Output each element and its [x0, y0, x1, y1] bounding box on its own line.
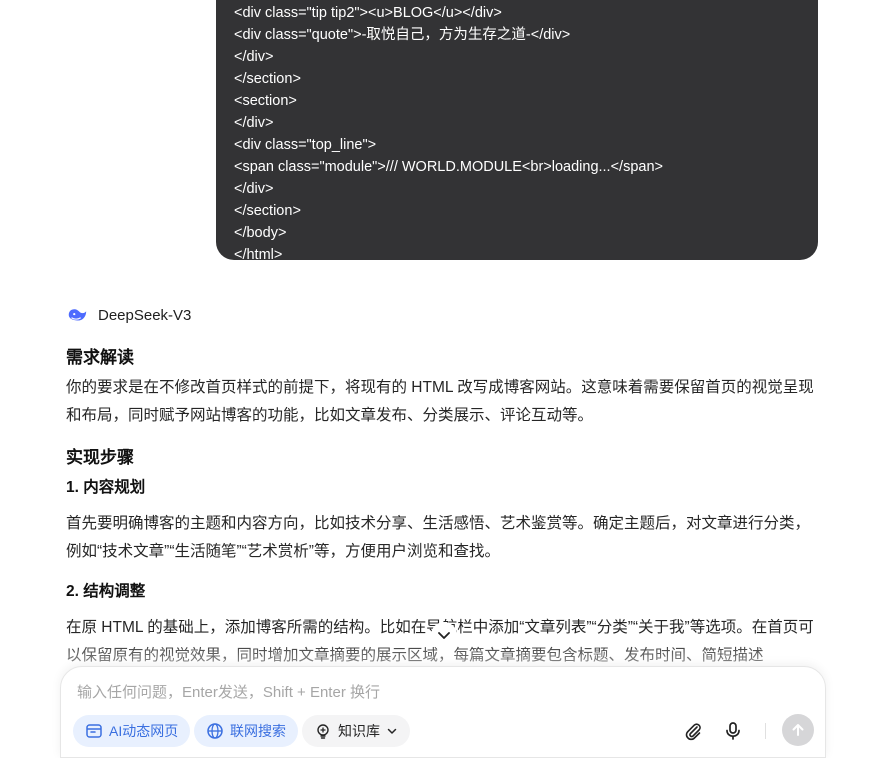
- knowledge-base-dropdown[interactable]: 知识库: [302, 715, 410, 747]
- attach-button[interactable]: [679, 717, 707, 745]
- section-title: 需求解读: [66, 348, 134, 367]
- code-line: <section>: [234, 93, 297, 109]
- code-line: <span class="module">/// WORLD.MODULE<br…: [234, 159, 663, 175]
- ai-webpage-icon: [86, 724, 102, 738]
- knowledge-base-label: 知识库: [338, 723, 380, 739]
- code-block: <div class="tip tip2"><u>BLOG</u></div> …: [216, 0, 818, 263]
- microphone-icon: [726, 722, 740, 740]
- globe-icon: [207, 723, 223, 739]
- code-line: </div>: [234, 181, 274, 197]
- code-line: </body>: [234, 225, 287, 241]
- arrow-up-icon: [792, 724, 804, 736]
- ai-webpage-button[interactable]: AI动态网页: [73, 715, 191, 747]
- code-line: </div>: [234, 115, 274, 131]
- lightbulb-icon: [317, 724, 329, 739]
- web-search-button[interactable]: 联网搜索: [194, 715, 298, 747]
- code-line: </section>: [234, 71, 301, 87]
- section-title: 实现步骤: [66, 448, 134, 467]
- chevron-down-icon: [438, 632, 450, 639]
- web-search-label: 联网搜索: [230, 723, 286, 739]
- code-line: </section>: [234, 203, 301, 219]
- step-title: 2. 结构调整: [66, 583, 146, 600]
- paragraph: 首先要明确博客的主题和内容方向，比如技术分享、生活感悟、艺术鉴赏等。确定主题后，…: [66, 515, 811, 560]
- deepseek-logo-icon: [68, 309, 87, 321]
- code-line: </html>: [234, 247, 283, 263]
- scroll-to-bottom-button[interactable]: [431, 622, 457, 648]
- code-line: <div class="tip tip2"><u>BLOG</u></div>: [234, 5, 502, 21]
- step-title: 1. 内容规划: [66, 479, 146, 496]
- send-button[interactable]: [782, 714, 814, 746]
- code-line: <div class="top_line">: [234, 137, 377, 153]
- ai-webpage-label: AI动态网页: [109, 723, 179, 739]
- code-line: <div class="quote">-取悦自己，方为生存之道-</div>: [234, 27, 571, 43]
- voice-input-button[interactable]: [719, 717, 747, 745]
- model-header: DeepSeek-V3: [66, 304, 191, 326]
- paragraph: 你的要求是在不修改首页样式的前提下，将现有的 HTML 改写成博客网站。这意味着…: [66, 379, 814, 424]
- code-line: </div>: [234, 49, 274, 65]
- composer: AI动态网页 联网搜索 知识库: [60, 666, 826, 758]
- model-name: DeepSeek-V3: [98, 306, 192, 324]
- message-input[interactable]: [77, 681, 777, 703]
- chevron-down-icon: [387, 728, 397, 734]
- paperclip-icon: [685, 723, 701, 741]
- toolbar-divider: [765, 723, 766, 739]
